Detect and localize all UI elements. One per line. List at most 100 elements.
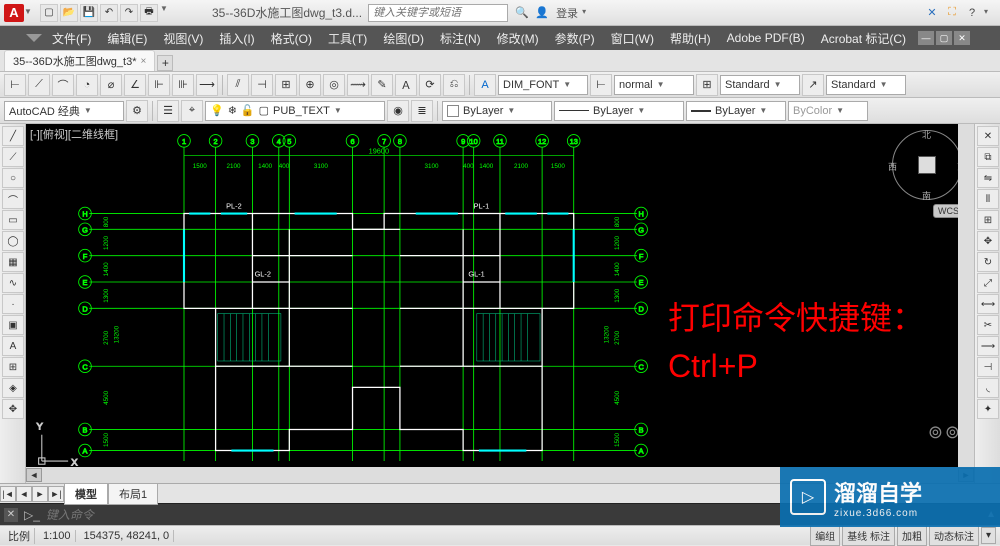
tb-dim-radius[interactable]: ◔ <box>76 74 98 96</box>
layer-prev-icon[interactable]: ◉ <box>387 100 409 122</box>
tb-dim-update[interactable]: ⟳ <box>419 74 441 96</box>
qat-redo[interactable]: ↷ <box>120 4 138 22</box>
tb-table-icon[interactable]: ⊞ <box>696 74 718 96</box>
workspace-combo[interactable]: AutoCAD 经典▼ <box>4 101 124 121</box>
viewcube-face[interactable] <box>918 156 936 174</box>
tb-dim-space[interactable]: ⫽ <box>227 74 249 96</box>
linetype-combo[interactable]: ByLayer▼ <box>554 101 684 121</box>
mod-break[interactable]: ⊣ <box>977 357 999 377</box>
tb-dimstyle-icon[interactable]: ⊢ <box>590 74 612 96</box>
tool-hatch[interactable]: ▦ <box>2 252 24 272</box>
plotstyle-combo[interactable]: ByColor▼ <box>788 101 868 121</box>
tb-dim-edit[interactable]: ✎ <box>371 74 393 96</box>
user-icon[interactable]: 👤 <box>534 5 550 21</box>
hscroll-left[interactable]: ◄ <box>26 468 42 482</box>
tool-block[interactable]: ▣ <box>2 315 24 335</box>
mod-trim[interactable]: ✂ <box>977 315 999 335</box>
mod-erase[interactable]: ✕ <box>977 126 999 146</box>
textstyle-combo[interactable]: DIM_FONT▼ <box>498 75 588 95</box>
tablestyle-combo[interactable]: Standard▼ <box>720 75 800 95</box>
cloud-icon[interactable]: ⛶ <box>944 5 960 21</box>
tool-point[interactable]: · <box>2 294 24 314</box>
tb-dim-quick[interactable]: ⊩ <box>148 74 170 96</box>
menu-acrobat[interactable]: Acrobat 标记(C) <box>815 28 912 49</box>
layer-filter-icon[interactable]: ⌖ <box>181 100 203 122</box>
menu-view[interactable]: 视图(V) <box>157 28 209 49</box>
menu-file[interactable]: 文件(F) <box>46 28 97 49</box>
menu-edit[interactable]: 编辑(E) <box>101 28 153 49</box>
exchange-icon[interactable]: ✕ <box>924 5 940 21</box>
tb-jog[interactable]: ⟿ <box>347 74 369 96</box>
lt-nav-first[interactable]: |◄ <box>0 486 16 502</box>
mod-rotate[interactable]: ↻ <box>977 252 999 272</box>
status-menu[interactable]: ▾ <box>981 527 996 544</box>
mod-explode[interactable]: ✦ <box>977 399 999 419</box>
qat-undo[interactable]: ↶ <box>100 4 118 22</box>
tb-dim-baseline[interactable]: ⊪ <box>172 74 194 96</box>
tool-pline[interactable]: ⟋ <box>2 147 24 167</box>
menu-format[interactable]: 格式(O) <box>265 28 318 49</box>
tool-ellipse[interactable]: ◯ <box>2 231 24 251</box>
menu-help[interactable]: 帮助(H) <box>664 28 717 49</box>
layer-combo[interactable]: 💡 ❄ 🔓 ▢ PUB_TEXT▼ <box>205 101 385 121</box>
lt-nav-next[interactable]: ► <box>32 486 48 502</box>
status-toggle-dyndim[interactable]: 动态标注 <box>929 525 979 546</box>
qat-print[interactable]: 🖶 <box>140 4 158 22</box>
help-search-input[interactable] <box>368 4 508 22</box>
qat-overflow[interactable]: ▼ <box>160 4 172 16</box>
menu-adobe-pdf[interactable]: Adobe PDF(B) <box>721 29 811 47</box>
menu-parametric[interactable]: 参数(P) <box>549 28 601 49</box>
tool-circle[interactable]: ○ <box>2 168 24 188</box>
tb-center-mark[interactable]: ⊕ <box>299 74 321 96</box>
tb-dim-aligned[interactable]: ⟋ <box>28 74 50 96</box>
tool-line[interactable]: ╱ <box>2 126 24 146</box>
mod-stretch[interactable]: ⟷ <box>977 294 999 314</box>
tb-dim-arc[interactable]: ⌒ <box>52 74 74 96</box>
nav-steering[interactable]: ⊚⊚ <box>928 422 960 443</box>
menu-dimension[interactable]: 标注(N) <box>434 28 487 49</box>
mod-array[interactable]: ⊞ <box>977 210 999 230</box>
dimstyle-combo[interactable]: normal▼ <box>614 75 694 95</box>
tb-mleader-icon[interactable]: ↗ <box>802 74 824 96</box>
mleaderstyle-combo[interactable]: Standard▼ <box>826 75 906 95</box>
qat-save[interactable]: 💾 <box>80 4 98 22</box>
layer-state-icon[interactable]: ≣ <box>411 100 433 122</box>
tool-spline[interactable]: ∿ <box>2 273 24 293</box>
tool-move[interactable]: ✥ <box>2 399 24 419</box>
mod-copy[interactable]: ⧉ <box>977 147 999 167</box>
tab-layout1[interactable]: 布局1 <box>108 483 158 505</box>
tb-dim-diameter[interactable]: ⌀ <box>100 74 122 96</box>
login-link[interactable]: 登录 <box>556 5 578 21</box>
status-toggle-baseline[interactable]: 基线 标注 <box>842 525 895 546</box>
drawing-canvas[interactable]: [-][俯视][二维线框] 1 2 3 4 5 6 7 8 <box>26 124 974 483</box>
menu-tools[interactable]: 工具(T) <box>322 28 373 49</box>
tool-region[interactable]: ◈ <box>2 378 24 398</box>
lt-nav-last[interactable]: ►| <box>48 486 64 502</box>
status-toggle-bold[interactable]: 加粗 <box>897 525 927 546</box>
color-combo[interactable]: ByLayer▼ <box>442 101 552 121</box>
menu-window[interactable]: 窗口(W) <box>605 28 660 49</box>
close-doc-icon[interactable]: × <box>141 56 147 67</box>
tab-model[interactable]: 模型 <box>64 483 108 505</box>
tb-textstyle-icon[interactable]: A <box>474 74 496 96</box>
lt-nav-prev[interactable]: ◄ <box>16 486 32 502</box>
tb-dim-style[interactable]: ⎌ <box>443 74 465 96</box>
app-menu-caret[interactable]: ▼ <box>24 7 36 19</box>
win-min[interactable]: — <box>918 31 934 45</box>
app-logo[interactable]: A <box>4 4 24 22</box>
qat-open[interactable]: 📂 <box>60 4 78 22</box>
lineweight-combo[interactable]: ByLayer▼ <box>686 101 786 121</box>
tb-dim-linear[interactable]: ⊢ <box>4 74 26 96</box>
win-max[interactable]: ▢ <box>936 31 952 45</box>
tb-tolerance[interactable]: ⊞ <box>275 74 297 96</box>
ws-settings[interactable]: ⚙ <box>126 100 148 122</box>
menu-draw[interactable]: 绘图(D) <box>377 28 430 49</box>
tool-table[interactable]: ⊞ <box>2 357 24 377</box>
tb-dim-tedit[interactable]: Ａ <box>395 74 417 96</box>
login-caret[interactable]: ▾ <box>582 7 594 19</box>
help-icon[interactable]: ? <box>964 5 980 21</box>
search-icon[interactable]: 🔍 <box>514 5 530 21</box>
mod-fillet[interactable]: ◟ <box>977 378 999 398</box>
mod-offset[interactable]: ⫴ <box>977 189 999 209</box>
document-tab[interactable]: 35--36D水施工图dwg_t3* × <box>4 50 155 71</box>
